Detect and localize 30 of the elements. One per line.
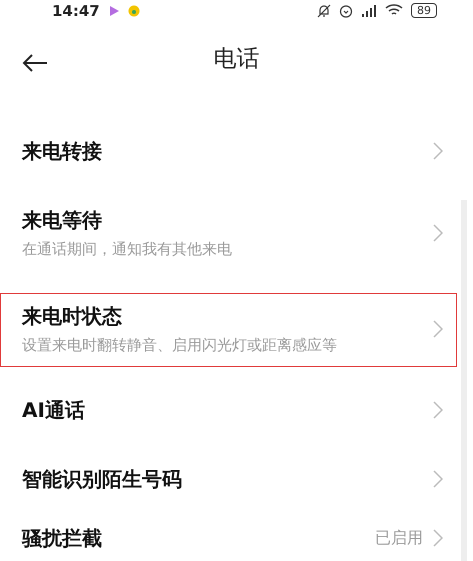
- item-title: 来电等待: [22, 207, 103, 234]
- settings-item[interactable]: 来电时状态 设置来电时翻转静音、启用闪光灯或距离感应等: [0, 281, 473, 377]
- chevron-icon: [433, 320, 443, 338]
- chevron-icon: [433, 529, 443, 547]
- bell-off-icon: [317, 4, 331, 18]
- item-description: 在通话期间，通知我有其他来电: [22, 240, 233, 259]
- wifi-icon: [385, 4, 403, 18]
- item-title: 来电转接: [22, 138, 103, 164]
- chevron-icon: [433, 224, 443, 242]
- status-time: 14:47: [52, 2, 100, 20]
- settings-item[interactable]: 智能识别陌生号码: [0, 443, 473, 515]
- chevron-icon: [433, 470, 443, 488]
- item-title: 来电时状态: [22, 303, 123, 330]
- play-icon: [108, 4, 120, 17]
- item-title: 智能识别陌生号码: [22, 466, 183, 492]
- settings-item[interactable]: 来电等待 在通话期间，通知我有其他来电: [0, 185, 473, 281]
- app-icon: [128, 4, 140, 17]
- chevron-icon: [433, 142, 443, 160]
- settings-item[interactable]: AI通话: [0, 377, 473, 443]
- chevron-icon: [433, 401, 443, 419]
- signal-icon: [361, 4, 377, 17]
- item-value: 已启用: [375, 528, 423, 548]
- item-title: AI通话: [22, 396, 86, 424]
- item-description: 设置来电时翻转静音、启用闪光灯或距离感应等: [22, 336, 338, 355]
- page-title: 电话: [214, 45, 260, 74]
- item-title: 骚扰拦截: [22, 524, 103, 552]
- settings-item[interactable]: 骚扰拦截 已启用: [0, 515, 473, 561]
- battery-indicator: 89: [411, 3, 437, 18]
- alarm-icon: [339, 4, 353, 18]
- settings-item[interactable]: 来电转接: [0, 117, 473, 185]
